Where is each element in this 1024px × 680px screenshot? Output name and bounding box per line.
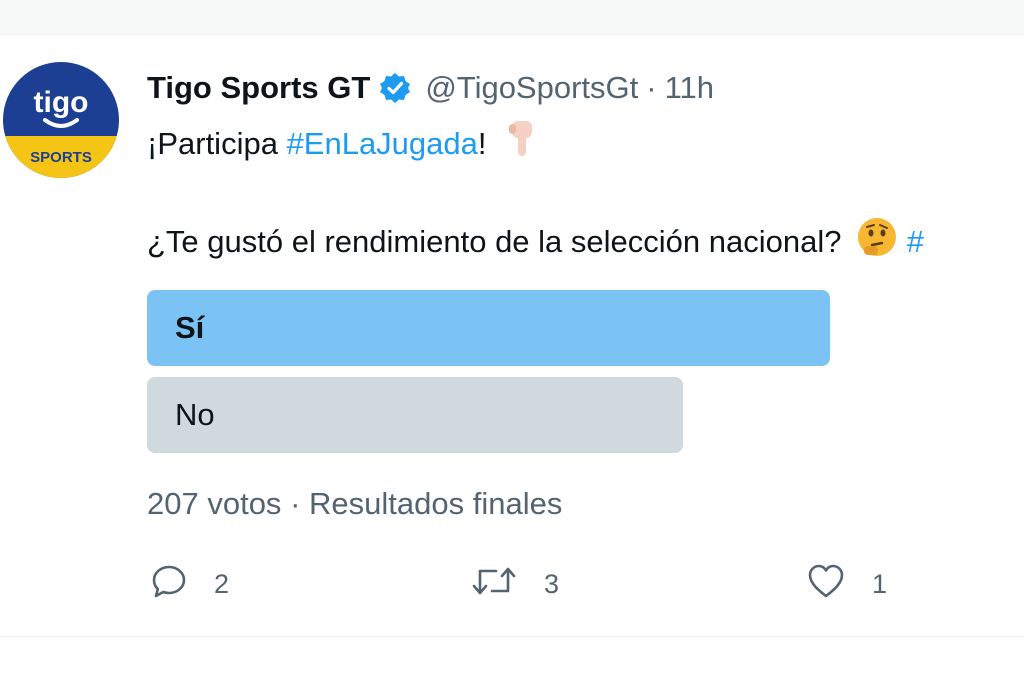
intro-prefix: ¡Participa [147,126,287,161]
retweet-icon [470,562,518,607]
poll-status: Resultados finales [309,486,563,521]
hashtag-link[interactable]: #EnLaJugada [287,126,478,161]
avatar-brand-top: tigo [34,86,89,119]
poll-footer-separator: · [290,486,301,521]
retweet-count: 3 [544,568,560,599]
poll-vote-count: 207 votos [147,486,282,521]
reply-button[interactable]: 2 [150,562,229,606]
user-handle[interactable]: @TigoSportsGt [425,70,638,106]
avatar-brand-bottom: SPORTS [30,149,92,166]
thinking-face-emoji-icon [856,216,898,266]
display-name[interactable]: Tigo Sports GT [147,70,370,106]
reply-count: 2 [214,568,230,599]
avatar[interactable]: tigo SPORTS [3,62,119,178]
tweet-divider [0,636,1024,637]
tweet-header: Tigo Sports GT @TigoSportsGt · 11h [147,66,714,110]
like-icon [806,562,846,607]
tweet-text-line-2: ¿Te gustó el rendimiento de la selección… [147,216,924,266]
pointing-down-emoji-icon [501,118,541,168]
verified-badge-icon [379,72,411,104]
poll-option-label: Sí [175,310,205,345]
header-separator: · [646,70,657,105]
poll-option-si: Sí [147,290,830,366]
tigo-sports-logo: tigo SPORTS [3,62,119,178]
like-button[interactable]: 1 [806,562,887,606]
like-count: 1 [872,568,888,599]
trailing-hashtag-link[interactable]: # [907,224,924,259]
poll-option-label: No [175,397,215,432]
intro-suffix: ! [477,126,487,161]
tweet-text-line-1: ¡Participa #EnLaJugada! [147,118,541,168]
reply-icon [150,562,188,607]
poll-question: ¿Te gustó el rendimiento de la selección… [147,224,842,259]
poll-option-no: No [147,377,683,453]
poll-footer: 207 votos · Resultados finales [147,486,562,522]
tweet-timestamp[interactable]: 11h [665,70,714,106]
previous-tweet-area [0,0,1024,35]
retweet-button[interactable]: 3 [470,562,559,606]
